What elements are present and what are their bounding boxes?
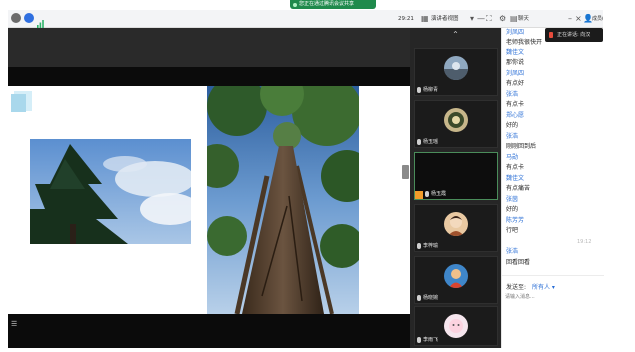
send-to-label: 发送至: [506,284,527,291]
participant-name: 杨玉霞 [431,191,447,197]
chat-panel-label[interactable]: 聊天 [518,14,529,24]
top-toolbar: 29:21 ▦ 演讲者视图 ▾ — ⛶ ⚙ ▤ 聊天 – × 👤 成员(1) [8,10,603,28]
chat-timestamp: 19:12 [577,239,592,245]
participant-video-list: ⌃ 杨柳青 杨玉瑶 杨玉霞 李梓瑜 杨晓婉 李雨飞 [410,28,501,348]
shared-screen-letterbox-bottom: ☰ [8,314,410,348]
participant-name: 李雨飞 [423,337,439,343]
chat-message: 好的 [506,206,519,213]
chat-panel: 刘凤四 老师我很快开 魏佳文 那你说 刘凤四 有点好 张浩 有点卡 郑心愿 好的… [501,28,604,348]
send-to-dropdown[interactable]: 所有人 ▾ [532,282,555,291]
mic-icon [425,191,429,197]
view-mode-selector[interactable]: 演讲者视图 [431,14,459,24]
signal-icon [37,13,44,28]
chat-message: 有点卡 [506,101,525,108]
participant-tile[interactable]: 杨玉瑶 [414,100,498,148]
fullscreen-icon[interactable]: ⛶ [486,13,492,25]
chat-input[interactable] [505,291,599,303]
chat-sender: 张浩 [506,248,519,255]
participant-name: 杨玉瑶 [423,139,439,145]
grid-icon[interactable]: ▦ [421,13,429,25]
speaking-indicator-popup: 正在讲话: 向汉 [545,28,603,42]
settings-icon[interactable]: ⚙ [499,13,506,25]
meeting-timer: 29:21 [398,16,414,22]
chat-message: 有点痛苦 [506,185,531,192]
menu-icon[interactable]: ☰ [11,320,17,328]
chat-message: 行吧 [506,227,519,234]
shared-screen: ☰ [8,28,410,348]
participant-name: 李梓瑜 [423,243,439,249]
close-icon[interactable]: × [575,13,582,25]
avatar [444,314,468,338]
chat-message: 有点卡 [506,164,525,171]
chat-input-area: 发送至: 所有人 ▾ [502,275,604,348]
chat-sender: 郑心愿 [506,112,525,119]
avatar [444,108,468,132]
speaking-indicator-text: 正在讲话: 向汉 [557,32,591,38]
tall-pine-photo [207,86,359,314]
sharing-banner[interactable]: 您正在通过腾讯会议共享 [290,0,376,9]
chat-sender: 马勋 [506,154,519,161]
chat-message: 有点好 [506,80,525,87]
mic-icon [417,295,421,301]
participant-tile[interactable]: 杨柳青 [414,48,498,96]
circle-icon[interactable] [11,13,21,23]
participant-tile[interactable]: 李雨飞 [414,306,498,346]
screen-sharing-icon [415,191,423,199]
minus-icon[interactable]: — [477,13,485,25]
info-icon[interactable] [24,13,34,23]
chat-sender: 陈芳芳 [506,217,525,224]
panel-resize-handle[interactable] [402,165,409,179]
sharing-banner-text: 您正在通过腾讯会议共享 [299,1,355,7]
meeting-window: 29:21 ▦ 演讲者视图 ▾ — ⛶ ⚙ ▤ 聊天 – × 👤 成员(1) 您… [0,0,635,352]
participant-tile[interactable]: 李梓瑜 [414,204,498,252]
members-label[interactable]: 成员(1) [592,14,603,24]
chat-panel-icon[interactable]: ▤ [510,13,518,25]
chat-sender: 张茵 [506,196,519,203]
participant-tile-active[interactable]: 杨玉霞 [414,152,498,200]
chat-sender: 魏佳文 [506,49,525,56]
avatar [444,56,468,80]
mic-icon [417,337,421,343]
sharing-dot-icon [293,2,297,7]
avatar [444,212,468,236]
avatar [444,264,468,288]
chat-message: 刚刚回到后 [506,143,537,150]
chat-message: 那你说 [506,59,525,66]
pine-tree-photo [30,139,191,244]
participant-name: 杨晓婉 [423,295,439,301]
chat-sender: 张浩 [506,91,519,98]
participant-name: 杨柳青 [423,87,439,93]
chat-message: 好的 [506,122,519,129]
participant-tile[interactable]: 杨晓婉 [414,256,498,304]
mic-icon [417,87,421,93]
mic-icon [417,243,421,249]
collapse-chevron-icon[interactable]: ⌃ [410,28,501,42]
chat-sender: 张浩 [506,133,519,140]
chat-sender: 魏佳文 [506,175,525,182]
mic-icon [549,32,553,38]
chat-sender: 刘凤四 [506,70,525,77]
mic-icon [417,139,421,145]
chat-message: 回看回看 [506,259,531,266]
slide-decoration [11,94,26,112]
dropdown-chevron-icon[interactable]: ▾ [470,13,474,25]
chat-message: 老师我很快开 [506,39,543,46]
chat-sender: 刘凤四 [506,29,525,36]
minimize-icon[interactable]: – [568,13,572,25]
